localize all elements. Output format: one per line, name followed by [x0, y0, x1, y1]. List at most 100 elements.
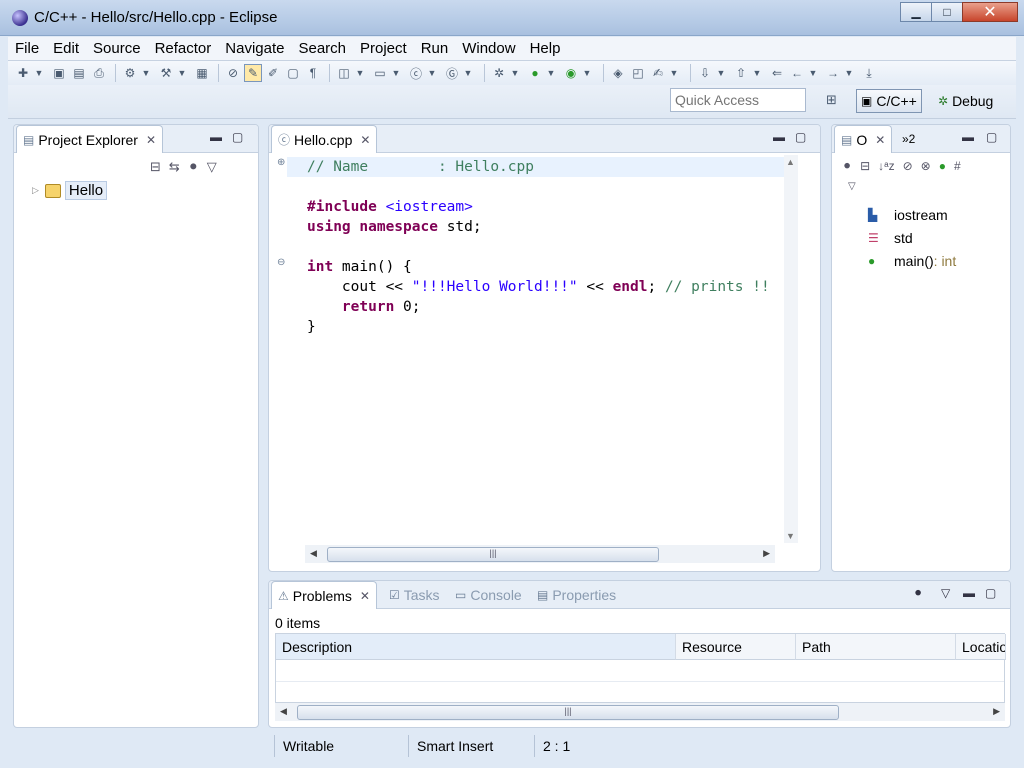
- print-icon[interactable]: ⎙: [90, 64, 108, 82]
- view-menu-icon[interactable]: ▽: [207, 159, 217, 175]
- new-class-icon[interactable]: ⓒ: [407, 64, 425, 82]
- external-tools-dropdown-icon[interactable]: ▼: [582, 64, 592, 82]
- column-path[interactable]: Path: [796, 634, 956, 660]
- search-dropdown-icon[interactable]: ▼: [669, 64, 679, 82]
- problems-horizontal-scrollbar[interactable]: ◀ ||| ▶: [275, 703, 1005, 721]
- tab-project-explorer[interactable]: ▤ Project Explorer ✕: [16, 125, 163, 153]
- build-hammer-icon[interactable]: ⚒: [157, 64, 175, 82]
- expand-arrow-icon[interactable]: ▷: [32, 185, 39, 196]
- code-area[interactable]: // Name : Hello.cpp #include <iostream> …: [287, 155, 787, 543]
- hide-static-icon[interactable]: ⊗: [921, 159, 931, 173]
- open-type-icon[interactable]: ◈: [609, 64, 627, 82]
- column-location[interactable]: Locatio: [956, 634, 1006, 660]
- next-annotation-icon[interactable]: ⇩: [696, 64, 714, 82]
- collapse-all-icon[interactable]: ⊟: [860, 159, 870, 173]
- prev-annotation-icon[interactable]: ⇧: [732, 64, 750, 82]
- filter-icon[interactable]: ⚫: [188, 159, 199, 175]
- block-selection-icon[interactable]: ▢: [284, 64, 302, 82]
- scroll-right-icon[interactable]: ▶: [763, 548, 770, 559]
- new-icon[interactable]: ✚: [14, 64, 32, 82]
- forward-dropdown-icon[interactable]: ▼: [844, 64, 854, 82]
- build-config-dropdown-icon[interactable]: ▼: [141, 64, 151, 82]
- tab-tasks[interactable]: ☑ Tasks: [383, 581, 446, 609]
- back-icon[interactable]: ←: [788, 64, 806, 82]
- outline-item-iostream[interactable]: ▙ iostream: [868, 207, 948, 223]
- scroll-left-icon[interactable]: ◀: [310, 548, 317, 559]
- highlight-icon[interactable]: ✐: [264, 64, 282, 82]
- outline-item-std[interactable]: ☰ std: [868, 230, 913, 246]
- scroll-left-icon[interactable]: ◀: [280, 706, 287, 717]
- column-resource[interactable]: Resource: [676, 634, 796, 660]
- new-folder-dropdown-icon[interactable]: ▼: [391, 64, 401, 82]
- menu-edit[interactable]: Edit: [46, 38, 86, 60]
- maximize-button[interactable]: □: [931, 2, 963, 22]
- hide-macros-icon[interactable]: #: [954, 159, 961, 173]
- new-project-icon[interactable]: ◫: [335, 64, 353, 82]
- close-tab-icon[interactable]: ✕: [360, 589, 370, 603]
- menu-project[interactable]: Project: [353, 38, 414, 60]
- new-dropdown-icon[interactable]: ▼: [34, 64, 44, 82]
- tab-hello-cpp[interactable]: ⓒ Hello.cpp ✕: [271, 125, 378, 153]
- menu-navigate[interactable]: Navigate: [218, 38, 291, 60]
- tree-item-hello[interactable]: ▷ Hello: [32, 181, 108, 200]
- close-button[interactable]: ✕: [962, 2, 1018, 22]
- binary-icon[interactable]: ▦: [193, 64, 211, 82]
- external-tools-icon[interactable]: ◉: [562, 64, 580, 82]
- scroll-down-icon[interactable]: ▼: [786, 531, 795, 541]
- filter-icon[interactable]: ⚫: [913, 586, 923, 600]
- scrollbar-thumb[interactable]: |||: [297, 705, 839, 720]
- tab-console[interactable]: ▭ Console: [449, 581, 528, 609]
- menu-source[interactable]: Source: [86, 38, 148, 60]
- save-all-icon[interactable]: ▤: [70, 64, 88, 82]
- view-menu-icon[interactable]: ▽: [941, 586, 950, 600]
- maximize-view-icon[interactable]: ▢: [985, 586, 996, 600]
- menu-search[interactable]: Search: [291, 38, 353, 60]
- new-project-dropdown-icon[interactable]: ▼: [355, 64, 365, 82]
- quick-access-input[interactable]: [670, 88, 806, 112]
- link-with-editor-icon[interactable]: ⇆: [169, 159, 180, 175]
- tab-outline[interactable]: ▤ O ✕: [834, 125, 893, 153]
- view-menu-icon[interactable]: ▽: [848, 181, 856, 192]
- close-tab-icon[interactable]: ✕: [875, 133, 885, 147]
- column-description[interactable]: Description: [276, 634, 676, 660]
- show-whitespace-icon[interactable]: ¶: [304, 64, 322, 82]
- perspective-debug-button[interactable]: ✲ Debug: [934, 89, 997, 113]
- scrollbar-thumb[interactable]: |||: [327, 547, 659, 562]
- minimize-view-icon[interactable]: ▬: [962, 130, 974, 144]
- close-tab-icon[interactable]: ✕: [360, 133, 370, 147]
- debug-dropdown-icon[interactable]: ▼: [510, 64, 520, 82]
- maximize-view-icon[interactable]: ▢: [986, 130, 997, 144]
- open-folder-icon[interactable]: ◰: [629, 64, 647, 82]
- editor-horizontal-scrollbar[interactable]: ◀ ||| ▶: [305, 545, 775, 563]
- new-source-dropdown-icon[interactable]: ▼: [463, 64, 473, 82]
- menu-window[interactable]: Window: [455, 38, 522, 60]
- new-source-icon[interactable]: Ⓖ: [443, 64, 461, 82]
- hide-fields-icon[interactable]: ⊘: [903, 159, 913, 173]
- fold-collapse-icon[interactable]: ⊖: [277, 257, 285, 268]
- outline-item-main[interactable]: ● main() : int: [868, 253, 956, 269]
- forward-icon[interactable]: →: [824, 64, 842, 82]
- skip-breakpoints-icon[interactable]: ⊘: [224, 64, 242, 82]
- debug-icon[interactable]: ✲: [490, 64, 508, 82]
- tab-properties[interactable]: ▤ Properties: [531, 581, 622, 609]
- open-perspective-icon[interactable]: ⊞: [826, 92, 844, 110]
- maximize-view-icon[interactable]: ▢: [232, 130, 243, 144]
- menu-file[interactable]: File: [8, 38, 46, 60]
- minimize-button[interactable]: ▁: [900, 2, 932, 22]
- build-dropdown-icon[interactable]: ▼: [177, 64, 187, 82]
- run-icon[interactable]: ●: [526, 64, 544, 82]
- menu-help[interactable]: Help: [523, 38, 568, 60]
- more-views-button[interactable]: »2: [896, 125, 921, 153]
- back-dropdown-icon[interactable]: ▼: [808, 64, 818, 82]
- collapse-all-icon[interactable]: ⊟: [150, 159, 161, 175]
- toggle-mark-occurrences-icon[interactable]: ✎: [244, 64, 262, 82]
- new-class-dropdown-icon[interactable]: ▼: [427, 64, 437, 82]
- hide-nonpublic-icon[interactable]: ●: [939, 159, 946, 173]
- run-dropdown-icon[interactable]: ▼: [546, 64, 556, 82]
- next-annotation-dropdown-icon[interactable]: ▼: [716, 64, 726, 82]
- fold-expand-icon[interactable]: ⊕: [277, 157, 285, 168]
- save-icon[interactable]: ▣: [50, 64, 68, 82]
- minimize-view-icon[interactable]: ▬: [963, 586, 975, 600]
- scroll-right-icon[interactable]: ▶: [993, 706, 1000, 717]
- pin-editor-icon[interactable]: ⤓: [860, 64, 878, 82]
